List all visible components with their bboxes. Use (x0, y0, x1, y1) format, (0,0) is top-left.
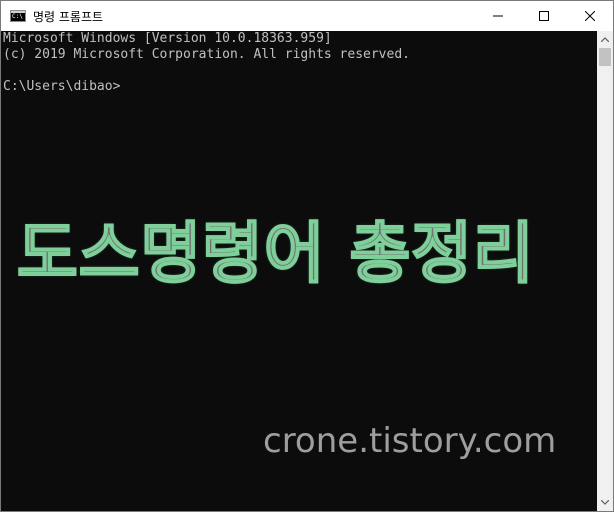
vertical-scrollbar[interactable] (597, 31, 613, 511)
close-button[interactable] (567, 1, 613, 31)
command-prompt-window: 명령 프롬프트 Microsoft Windows [Version 10.0.… (0, 0, 614, 512)
title-bar[interactable]: 명령 프롬프트 (1, 1, 613, 31)
console-line: (c) 2019 Microsoft Corporation. All righ… (3, 47, 410, 62)
minimize-button[interactable] (475, 1, 521, 31)
overlay-title: 도스명령어 총정리 (16, 214, 535, 293)
close-icon (585, 11, 595, 21)
chevron-up-icon (601, 37, 609, 42)
maximize-button[interactable] (521, 1, 567, 31)
console-output[interactable]: Microsoft Windows [Version 10.0.18363.95… (1, 31, 597, 511)
scroll-up-button[interactable] (597, 31, 613, 48)
scroll-down-button[interactable] (597, 494, 613, 511)
overlay-site-watermark: crone.tistory.com (263, 421, 557, 461)
console-line: Microsoft Windows [Version 10.0.18363.95… (3, 31, 332, 46)
minimize-icon (493, 15, 503, 17)
scroll-thumb[interactable] (599, 48, 611, 66)
window-title: 명령 프롬프트 (33, 9, 104, 24)
console-icon[interactable] (10, 10, 26, 22)
chevron-down-icon (601, 500, 609, 505)
command-prompt-line[interactable]: C:\Users\dibao> (3, 79, 120, 95)
maximize-icon (539, 11, 549, 21)
